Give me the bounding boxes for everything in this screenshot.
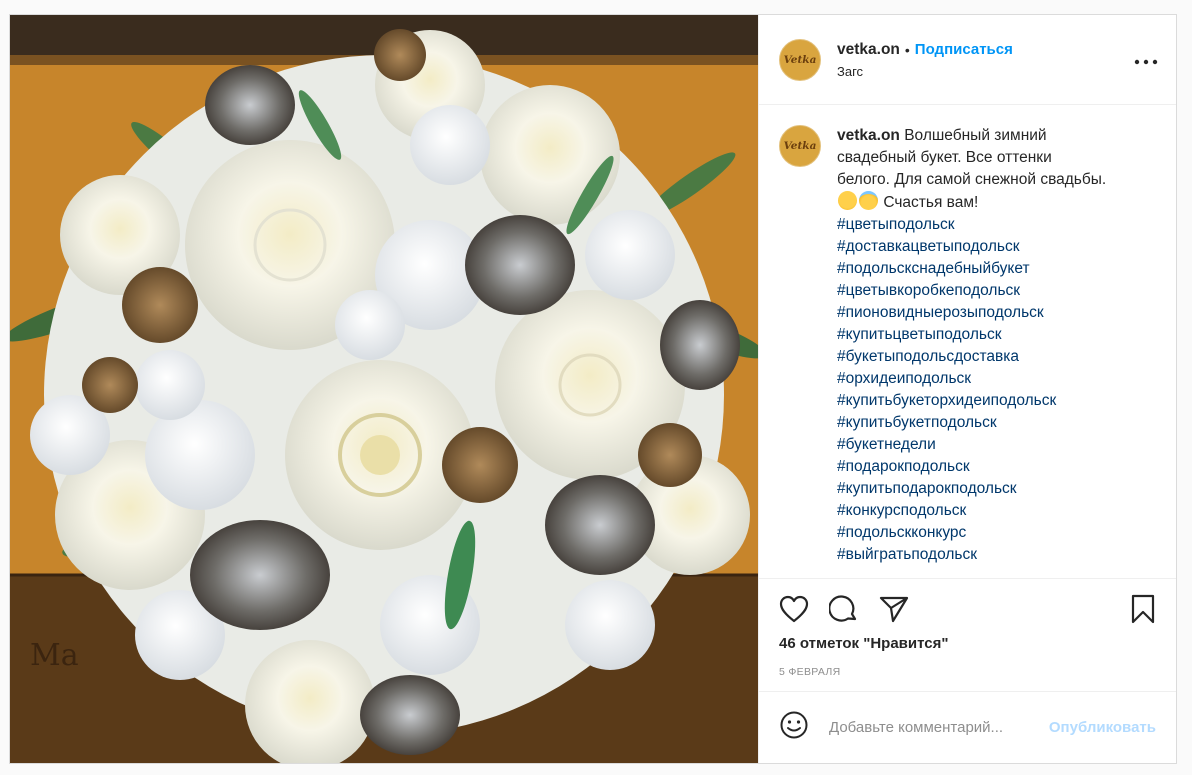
separator-dot: • bbox=[904, 41, 910, 58]
actions-section: 46 отметок "Нравится" 5 ФЕВРАЛЯ bbox=[759, 578, 1176, 691]
post-date[interactable]: 5 ФЕВРАЛЯ bbox=[779, 666, 1158, 678]
more-options-icon[interactable] bbox=[1130, 48, 1158, 71]
publish-button[interactable]: Опубликовать bbox=[1049, 719, 1156, 736]
hashtag-link[interactable]: #букетнедели bbox=[837, 434, 1107, 456]
likes-count[interactable]: 46 отметок "Нравится" bbox=[779, 635, 1158, 652]
caption-body: vetka.on Волшебный зимний свадебный буке… bbox=[837, 125, 1107, 566]
hashtag-link[interactable]: #цветыподольск bbox=[837, 214, 1107, 236]
header-top-row: vetka.on • Подписаться bbox=[837, 41, 1130, 59]
hashtag-link[interactable]: #купитьцветыподольск bbox=[837, 324, 1107, 346]
username-link[interactable]: vetka.on bbox=[837, 41, 900, 59]
angel-emoji-icon bbox=[859, 191, 878, 210]
svg-text:Ma: Ma bbox=[30, 638, 79, 673]
hugging-face-emoji-icon bbox=[838, 191, 857, 210]
hashtag-link[interactable]: #букетыподольсдоставка bbox=[837, 346, 1107, 368]
comments-scroll-area[interactable]: Vetka vetka.on Волшебный зимний свадебны… bbox=[759, 105, 1176, 578]
caption-avatar[interactable]: Vetka bbox=[779, 125, 821, 167]
hashtag-link[interactable]: #конкурсподольск bbox=[837, 500, 1107, 522]
like-heart-icon[interactable] bbox=[779, 594, 809, 624]
post-photo[interactable]: Ma bbox=[10, 15, 758, 763]
emoji-smiley-icon[interactable] bbox=[779, 710, 809, 745]
header-info: vetka.on • Подписаться Загс bbox=[837, 41, 1130, 79]
caption: Vetka vetka.on Волшебный зимний свадебны… bbox=[779, 125, 1158, 566]
hashtag-link[interactable]: #выйгратьподольск bbox=[837, 544, 1107, 566]
comment-input[interactable] bbox=[829, 719, 1049, 736]
hashtag-link[interactable]: #доставкацветыподольск bbox=[837, 236, 1107, 258]
hashtag-link[interactable]: #пионовидныерозыподольск bbox=[837, 302, 1107, 324]
comment-bubble-icon[interactable] bbox=[829, 594, 859, 624]
post-sidebar: Vetka vetka.on • Подписаться Загс Vetka … bbox=[758, 15, 1176, 763]
follow-button[interactable]: Подписаться bbox=[915, 41, 1013, 58]
hashtag-link[interactable]: #купитьбукетподольск bbox=[837, 412, 1107, 434]
hashtag-link[interactable]: #орхидеиподольск bbox=[837, 368, 1107, 390]
bookmark-icon[interactable] bbox=[1128, 594, 1158, 624]
comment-bar: Опубликовать bbox=[759, 691, 1176, 763]
caption-username[interactable]: vetka.on bbox=[837, 127, 900, 144]
avatar[interactable]: Vetka bbox=[779, 38, 821, 81]
hashtag-link[interactable]: #подарокподольск bbox=[837, 456, 1107, 478]
hashtag-link[interactable]: #цветывкоробкеподольск bbox=[837, 280, 1107, 302]
post-header: Vetka vetka.on • Подписаться Загс bbox=[759, 15, 1176, 105]
bouquet-image: Ma bbox=[10, 15, 758, 763]
share-paper-plane-icon[interactable] bbox=[879, 594, 909, 624]
hashtag-link[interactable]: #подольскконкурс bbox=[837, 522, 1107, 544]
hashtag-link[interactable]: #купитьподарокподольск bbox=[837, 478, 1107, 500]
location-link[interactable]: Загс bbox=[837, 64, 1130, 79]
post-container: Ma Vetka vetka.on • Подписаться Загс Vet… bbox=[9, 14, 1177, 764]
hashtag-link[interactable]: #купитьбукеторхидеиподольск bbox=[837, 390, 1107, 412]
hashtag-list: #цветыподольск #доставкацветыподольск #под… bbox=[837, 214, 1107, 566]
hashtag-link[interactable]: #подольскснадебныйбукет bbox=[837, 258, 1107, 280]
caption-text-end: Счастья вам! bbox=[883, 194, 979, 211]
action-bar bbox=[779, 591, 1158, 627]
